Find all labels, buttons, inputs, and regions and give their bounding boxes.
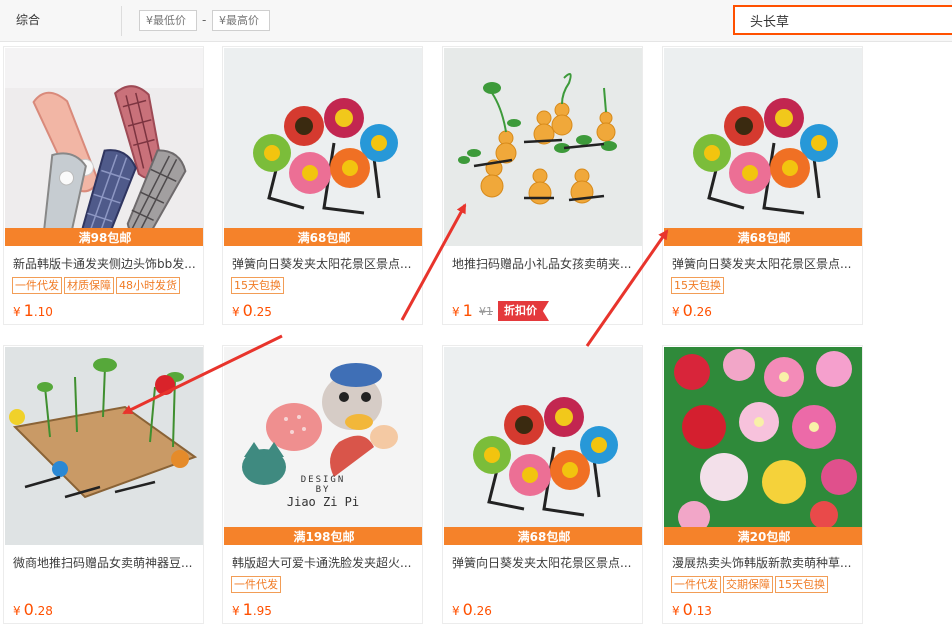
product-title[interactable]: 弹簧向日葵发夹太阳花景区景点...	[672, 255, 858, 272]
product-title[interactable]: 弹簧向日葵发夹太阳花景区景点...	[452, 554, 638, 571]
product-title[interactable]: 弹簧向日葵发夹太阳花景区景点...	[232, 255, 418, 272]
sort-composite-tab[interactable]: 综合	[16, 9, 40, 31]
product-image[interactable]: DESIGN BY Jiao Zi Pi 满198包邮	[224, 347, 422, 545]
service-tag: 15天包换	[231, 277, 284, 294]
search-box	[733, 5, 952, 35]
service-tag: 15天包换	[775, 576, 828, 593]
search-input[interactable]	[735, 7, 952, 33]
product-price: ¥0.25	[232, 301, 272, 320]
service-tag: 材质保障	[64, 277, 114, 294]
free-shipping-banner: 满68包邮	[444, 527, 642, 545]
product-price: ¥0.28	[13, 600, 53, 619]
service-tag: 一件代发	[231, 576, 281, 593]
product-price: ¥1.95	[232, 600, 272, 619]
product-image[interactable]: 满68包邮	[444, 347, 642, 545]
free-shipping-banner: 满20包邮	[664, 527, 862, 545]
product-title[interactable]: 韩版超大可爱卡通洗脸发夹超火...	[232, 554, 418, 571]
product-card[interactable]: 满68包邮 弹簧向日葵发夹太阳花景区景点... 15天包换 ¥0.25	[222, 46, 423, 325]
service-tags: 一件代发	[231, 576, 283, 593]
product-image[interactable]	[444, 48, 642, 246]
product-card[interactable]: 满20包邮 漫展热卖头饰韩版新款卖萌种草... 一件代发 交期保障 15天包换 ¥0…	[662, 345, 863, 624]
service-tags: 15天包换	[671, 277, 726, 294]
service-tags: 一件代发 材质保障 48小时发货	[12, 277, 182, 294]
service-tags: 15天包换	[231, 277, 286, 294]
product-price: ¥0.26	[452, 600, 492, 619]
product-image[interactable]: 满68包邮	[664, 48, 862, 246]
product-price: ¥0.13	[672, 600, 712, 619]
discount-badge: 折扣价	[498, 301, 549, 321]
product-card[interactable]: 地推扫码赠品小礼品女孩卖萌夹... ¥1 ¥1 折扣价	[442, 46, 643, 325]
product-image[interactable]: 满20包邮	[664, 347, 862, 545]
free-shipping-banner: 满198包邮	[224, 527, 422, 545]
service-tag: 交期保障	[723, 576, 773, 593]
product-title[interactable]: 微商地推扫码赠品女卖萌神器豆...	[13, 554, 199, 571]
product-price: ¥0.26	[672, 301, 712, 320]
image-caption: DESIGN BY Jiao Zi Pi	[286, 475, 360, 509]
max-price-input[interactable]	[212, 10, 270, 31]
price-range-separator: -	[202, 13, 207, 27]
service-tag: 一件代发	[12, 277, 62, 294]
product-card[interactable]: 微商地推扫码赠品女卖萌神器豆... ¥0.28	[3, 345, 204, 624]
filter-bar: 综合 价格 -	[0, 0, 952, 272]
service-tag: 15天包换	[671, 277, 724, 294]
product-card[interactable]: 满68包邮 弹簧向日葵发夹太阳花景区景点... 15天包换 ¥0.26	[662, 46, 863, 325]
product-title[interactable]: 新品韩版卡通发夹侧边头饰bb发...	[13, 255, 199, 272]
divider	[121, 6, 122, 36]
free-shipping-banner: 满68包邮	[664, 228, 862, 246]
product-card[interactable]: 满98包邮 新品韩版卡通发夹侧边头饰bb发... 一件代发 材质保障 48小时发货 …	[3, 46, 204, 325]
free-shipping-banner: 满98包邮	[5, 228, 203, 246]
min-price-input[interactable]	[139, 10, 197, 31]
original-price: ¥1	[479, 305, 493, 318]
product-title[interactable]: 漫展热卖头饰韩版新款卖萌种草...	[672, 554, 858, 571]
product-price: ¥1	[452, 301, 473, 320]
service-tags: 一件代发 交期保障 15天包换	[671, 576, 830, 593]
service-tag: 一件代发	[671, 576, 721, 593]
product-price: ¥1.10	[13, 301, 53, 320]
free-shipping-banner: 满68包邮	[224, 228, 422, 246]
product-card[interactable]: DESIGN BY Jiao Zi Pi 满198包邮 韩版超大可爱卡通洗脸发夹…	[222, 345, 423, 624]
product-title[interactable]: 地推扫码赠品小礼品女孩卖萌夹...	[452, 255, 638, 272]
product-image[interactable]	[5, 347, 203, 545]
service-tag: 48小时发货	[116, 277, 180, 294]
product-image[interactable]: 满68包邮	[224, 48, 422, 246]
product-card[interactable]: 满68包邮 弹簧向日葵发夹太阳花景区景点... ¥0.26	[442, 345, 643, 624]
product-image[interactable]: 满98包邮	[5, 48, 203, 246]
